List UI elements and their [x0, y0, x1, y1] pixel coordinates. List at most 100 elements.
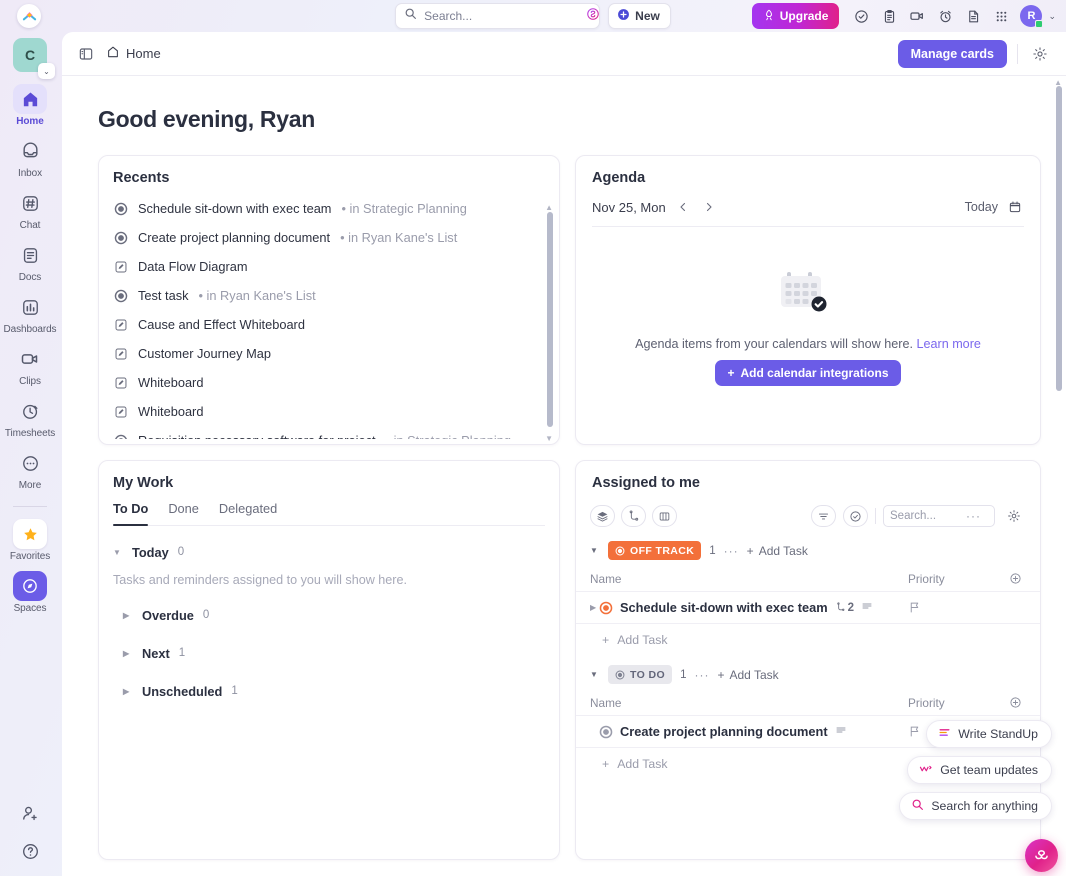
assigned-search-input[interactable] [890, 510, 966, 522]
recents-scroll-down-arrow[interactable]: ▼ [545, 434, 553, 443]
ai-sparkle-icon[interactable] [586, 7, 600, 26]
group-more-dots-icon[interactable]: ··· [724, 544, 739, 558]
help-question-icon[interactable] [21, 842, 40, 866]
agenda-today-button[interactable]: Today [965, 200, 998, 214]
recents-scroll-up-arrow[interactable]: ▲ [545, 203, 553, 212]
whiteboard-icon [113, 259, 128, 274]
learn-more-link[interactable]: Learn more [916, 337, 980, 351]
group-count: 0 [177, 546, 185, 558]
workspace-switcher[interactable]: C ⌄ [13, 38, 55, 79]
task-title: Schedule sit-down with exec team [620, 600, 828, 615]
search-for-anything-button[interactable]: Search for anything [899, 792, 1052, 820]
my-work-group-overdue[interactable]: ▶ Overdue 0 [113, 599, 545, 631]
filter-icon[interactable] [811, 505, 836, 527]
list-item[interactable]: Cause and Effect Whiteboard [99, 310, 539, 339]
sidebar-item-label: More [18, 480, 42, 491]
breadcrumb[interactable]: Home [106, 45, 161, 62]
list-item[interactable]: Create project planning document • in Ry… [99, 223, 539, 252]
chevron-left-icon[interactable] [674, 198, 692, 216]
status-badge[interactable]: TO DO [608, 665, 673, 684]
tab-delegated[interactable]: Delegated [219, 501, 277, 525]
new-button[interactable]: New [608, 3, 671, 29]
list-item[interactable]: Whiteboard [99, 368, 539, 397]
chat-hash-icon [13, 188, 47, 218]
layers-group-icon[interactable] [590, 505, 615, 527]
expand-caret-right-icon[interactable]: ▶ [590, 603, 599, 612]
priority-cell[interactable] [908, 601, 1004, 614]
sidebar-item-chat[interactable]: Chat [2, 188, 58, 231]
sidebar-item-home[interactable]: Home [2, 84, 58, 127]
sidebar-toggle-icon[interactable] [74, 42, 98, 66]
upgrade-button[interactable]: Upgrade [751, 3, 840, 29]
list-item[interactable]: Requisition necessary software for proje… [99, 426, 539, 439]
list-item[interactable]: Data Flow Diagram [99, 252, 539, 281]
list-item[interactable]: Test task • in Ryan Kane's List [99, 281, 539, 310]
main-scrollbar[interactable] [1056, 86, 1062, 391]
tab-done[interactable]: Done [168, 501, 199, 525]
manage-cards-button[interactable]: Manage cards [897, 39, 1007, 68]
list-item[interactable]: Customer Journey Map [99, 339, 539, 368]
apps-grid-icon[interactable] [989, 4, 1013, 28]
table-row[interactable]: ▶ Schedule sit-down with exec team 2 [576, 592, 1040, 624]
avatar[interactable]: R [1020, 5, 1044, 28]
write-standup-button[interactable]: Write StandUp [926, 720, 1052, 748]
clipboard-icon[interactable] [877, 4, 901, 28]
sidebar-item-spaces[interactable]: Spaces [2, 571, 58, 614]
assigned-toolbar: ··· [576, 501, 1040, 531]
dashboards-bar-icon [13, 292, 47, 322]
caret-down-icon[interactable]: ▼ [590, 546, 600, 555]
document-icon[interactable] [961, 4, 985, 28]
gear-icon[interactable] [1002, 504, 1026, 528]
search-input[interactable] [424, 9, 580, 23]
more-dots-icon[interactable]: ··· [966, 509, 981, 523]
my-work-group-unscheduled[interactable]: ▶ Unscheduled 1 [113, 675, 545, 707]
status-badge[interactable]: OFF TRACK [608, 541, 702, 560]
me-mode-check-circle-icon[interactable] [843, 505, 868, 527]
alarm-clock-icon[interactable] [933, 4, 957, 28]
caret-down-icon[interactable]: ▼ [590, 670, 600, 679]
calendar-icon[interactable] [1006, 198, 1024, 216]
list-item-label: Schedule sit-down with exec team [138, 201, 332, 216]
chevron-right-icon[interactable] [700, 198, 718, 216]
group-label: Next [142, 645, 170, 661]
assigned-search[interactable]: ··· [883, 505, 995, 527]
my-work-group-today[interactable]: ▼ Today 0 [113, 536, 545, 568]
agenda-card: Agenda Nov 25, Mon Today Agenda items fr… [575, 155, 1041, 445]
subtasks-icon[interactable] [621, 505, 646, 527]
upgrade-label: Upgrade [779, 9, 829, 23]
agenda-empty-text: Agenda items from your calendars will sh… [635, 337, 981, 351]
list-item[interactable]: Schedule sit-down with exec team • in St… [99, 194, 539, 223]
list-item-label: Whiteboard [138, 375, 204, 390]
rocket-icon [763, 9, 775, 24]
workspace-chevron-down-icon[interactable]: ⌄ [38, 63, 55, 79]
add-task-button[interactable]: + Add Task [717, 668, 778, 682]
sidebar-item-dashboards[interactable]: Dashboards [2, 292, 58, 335]
add-column-icon[interactable] [1004, 572, 1026, 585]
add-task-button[interactable]: + Add Task [747, 544, 808, 558]
sidebar-item-docs[interactable]: Docs [2, 240, 58, 283]
sidebar-item-timesheets[interactable]: Timesheets [2, 396, 58, 439]
sidebar-item-inbox[interactable]: Inbox [2, 136, 58, 179]
columns-icon[interactable] [652, 505, 677, 527]
add-task-row[interactable]: + Add Task [576, 624, 1040, 655]
gear-icon[interactable] [1028, 42, 1052, 66]
video-camera-icon[interactable] [905, 4, 929, 28]
timesheets-clock-icon [13, 396, 47, 426]
ai-brain-icon[interactable] [1025, 839, 1058, 872]
check-circle-icon[interactable] [849, 4, 873, 28]
get-team-updates-button[interactable]: Get team updates [907, 756, 1052, 784]
status-circle-icon [615, 546, 625, 555]
add-calendar-integrations-button[interactable]: + Add calendar integrations [715, 360, 901, 386]
global-search[interactable] [395, 3, 601, 29]
recents-scrollbar[interactable] [547, 212, 553, 427]
invite-people-icon[interactable] [21, 804, 40, 828]
sidebar-item-clips[interactable]: Clips [2, 344, 58, 387]
add-column-icon[interactable] [1004, 696, 1026, 709]
list-item[interactable]: Whiteboard [99, 397, 539, 426]
avatar-chevron-down-icon[interactable]: ⌄ [1048, 11, 1056, 22]
group-more-dots-icon[interactable]: ··· [694, 668, 709, 682]
my-work-group-next[interactable]: ▶ Next 1 [113, 637, 545, 669]
tab-to-do[interactable]: To Do [113, 501, 149, 526]
sidebar-item-favorites[interactable]: Favorites [2, 519, 58, 562]
sidebar-item-more[interactable]: More [2, 448, 58, 491]
